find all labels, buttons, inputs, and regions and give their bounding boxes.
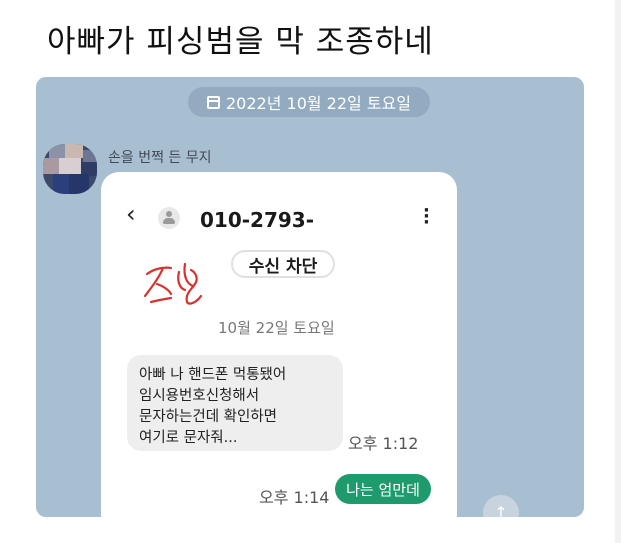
- message-image-bubble[interactable]: ‹ 010-2793- · · · 수신 차단 10월 22일 토요일 아빠 나 핸…: [101, 172, 457, 517]
- handwritten-signature-icon: [143, 262, 203, 305]
- calendar-icon: [206, 95, 220, 109]
- sms-line: 문자하는건데 확인하면: [139, 409, 278, 425]
- chat-date-label: 2022년 10월 22일 토요일: [225, 94, 411, 113]
- sms-date-label: 10월 22일 토요일: [218, 319, 335, 337]
- phone-number: 010-2793-: [200, 208, 315, 232]
- sender-name: 손을 번쩍 든 무지: [108, 150, 212, 166]
- page-edge-divider: [615, 0, 621, 543]
- outgoing-sms-bubble: 나는 엄만데: [335, 474, 431, 504]
- avatar[interactable]: [43, 144, 97, 194]
- sms-line: 임시용번호신청해서: [139, 388, 260, 404]
- sms-line: 여기로 문자줘...: [139, 430, 238, 446]
- sms-line: 아빠 나 핸드폰 먹통됐어: [139, 367, 287, 383]
- post-title: 아빠가 피싱범을 막 조종하네: [47, 24, 434, 60]
- block-incoming-button[interactable]: 수신 차단: [231, 250, 335, 278]
- contact-person-icon: [158, 207, 180, 229]
- scroll-up-icon[interactable]: ↑: [483, 495, 519, 517]
- incoming-sms-bubble: 아빠 나 핸드폰 먹통됐어 임시용번호신청해서 문자하는건데 확인하면 여기로 …: [127, 355, 343, 451]
- incoming-time: 오후 1:12: [348, 434, 419, 453]
- more-options-icon[interactable]: · · ·: [423, 202, 430, 232]
- chat-screenshot: 2022년 10월 22일 토요일 손을 번쩍 든 무지 ‹ 010-2793-…: [36, 77, 584, 517]
- chat-date-pill: 2022년 10월 22일 토요일: [188, 87, 430, 117]
- back-arrow-icon[interactable]: ‹: [126, 202, 136, 226]
- outgoing-time: 오후 1:14: [259, 488, 330, 507]
